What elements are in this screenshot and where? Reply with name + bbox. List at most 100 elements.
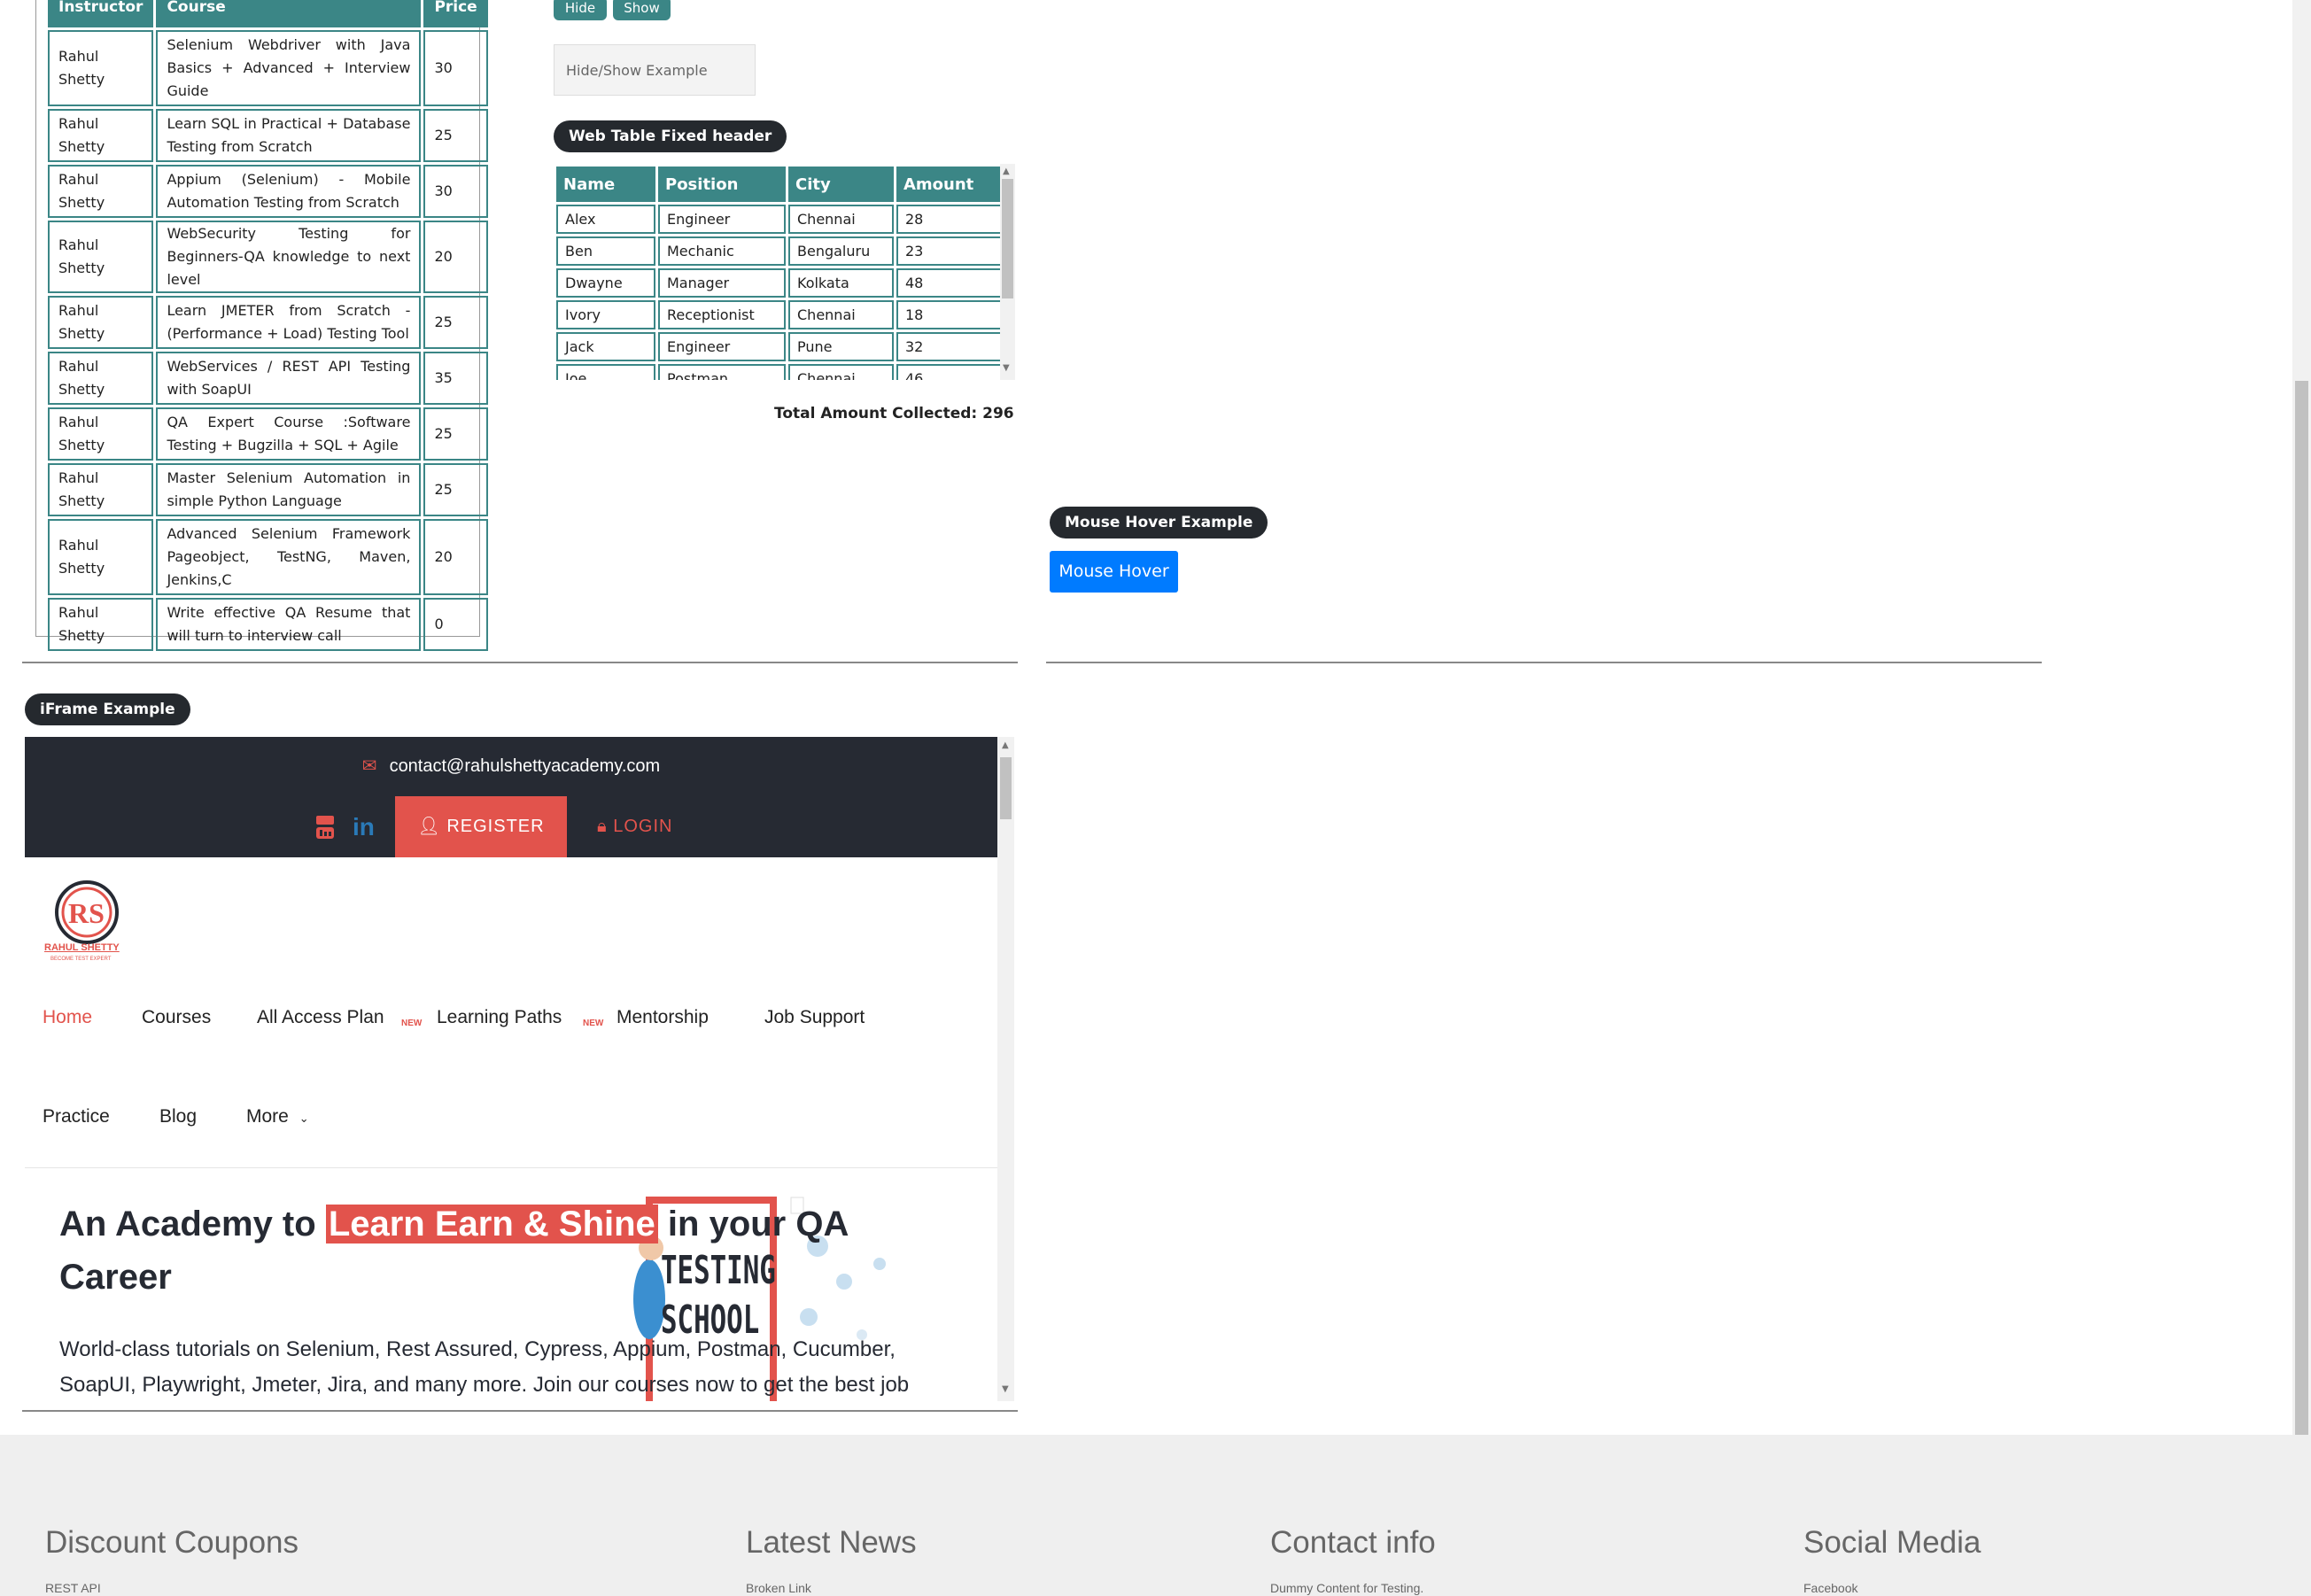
position-cell: Engineer <box>658 332 786 361</box>
table-row: Rahul Shetty Learn JMETER from Scratch -… <box>48 296 488 349</box>
name-cell: Dwayne <box>556 268 655 298</box>
hero-title: An Academy to Learn Earn & Shine in your… <box>59 1197 945 1304</box>
price-cell: 30 <box>423 165 488 218</box>
fixed-table-header-row: Name Position City Amount <box>556 167 1010 202</box>
footer-discount-link[interactable]: REST API <box>45 1581 101 1595</box>
price-cell: 25 <box>423 407 488 461</box>
course-cell: Write effective QA Resume that will turn… <box>156 598 422 651</box>
price-cell: 35 <box>423 352 488 405</box>
position-cell: Postman <box>658 364 786 380</box>
course-cell: Appium (Selenium) - Mobile Automation Te… <box>156 165 422 218</box>
nav-more[interactable]: More ⌄ <box>246 1106 309 1127</box>
fixed-table-scroll-thumb[interactable] <box>1002 179 1013 298</box>
nav-courses[interactable]: Courses <box>142 1007 211 1028</box>
header-price: Price <box>423 0 488 27</box>
price-cell: 30 <box>423 30 488 106</box>
position-cell: Engineer <box>658 205 786 234</box>
footer-news-link[interactable]: Broken Link <box>746 1581 811 1595</box>
mouse-hover-title: Mouse Hover Example <box>1050 507 1268 538</box>
iframe-scrollbar[interactable] <box>997 737 1014 1401</box>
nav-home[interactable]: Home <box>43 1007 92 1028</box>
amount-cell: 23 <box>896 236 1010 266</box>
nav-blog[interactable]: Blog <box>159 1106 197 1127</box>
header-instructor: Instructor <box>48 0 154 27</box>
linkedin-icon[interactable]: in <box>353 813 375 841</box>
table-row: Alex Engineer Chennai 28 <box>556 205 1010 234</box>
instructor-cell: Rahul Shetty <box>48 519 154 595</box>
footer <box>0 1435 2311 1596</box>
name-cell: Joe <box>556 364 655 380</box>
scroll-down-arrow-icon[interactable]: ▼ <box>1002 1384 1009 1394</box>
header-position: Position <box>658 167 786 202</box>
login-label: LOGIN <box>613 817 673 836</box>
login-button[interactable]: 🔒︎ LOGIN <box>597 796 672 857</box>
nav-practice[interactable]: Practice <box>43 1106 110 1127</box>
course-cell: Advanced Selenium Framework Pageobject, … <box>156 519 422 595</box>
table-row: Rahul Shetty Master Selenium Automation … <box>48 463 488 516</box>
iframe-scroll-thumb[interactable] <box>1000 757 1012 819</box>
table-row: Rahul Shetty WebSecurity Testing for Beg… <box>48 221 488 293</box>
course-cell: WebSecurity Testing for Beginners-QA kno… <box>156 221 422 293</box>
instructor-cell: Rahul Shetty <box>48 30 154 106</box>
position-cell: Mechanic <box>658 236 786 266</box>
city-cell: Bengaluru <box>788 236 894 266</box>
fixed-header-table-container[interactable]: Name Position City Amount Alex Engineer … <box>554 164 1016 380</box>
nav-all-access-plan[interactable]: All Access Plan <box>257 1007 384 1028</box>
envelope-icon: ✉ <box>361 756 377 776</box>
hide-show-input[interactable]: Hide/Show Example <box>554 44 756 96</box>
new-badge: NEW <box>401 1019 423 1028</box>
instructor-cell: Rahul Shetty <box>48 165 154 218</box>
instructor-cell: Rahul Shetty <box>48 296 154 349</box>
rahul-shetty-logo[interactable]: RS RAHUL SHETTY BECOME TEST EXPERT <box>43 879 140 967</box>
scroll-up-arrow-icon[interactable]: ▲ <box>1003 167 1010 176</box>
hero-description: World-class tutorials on Selenium, Rest … <box>59 1337 910 1397</box>
course-cell: Learn SQL in Practical + Database Testin… <box>156 109 422 162</box>
footer-social-title: Social Media <box>1803 1525 1981 1560</box>
course-table-header-row: Instructor Course Price <box>48 0 488 27</box>
city-cell: Chennai <box>788 364 894 380</box>
scroll-down-arrow-icon[interactable]: ▼ <box>1003 363 1010 373</box>
footer-contact-title: Contact info <box>1270 1525 1436 1560</box>
position-cell: Receptionist <box>658 300 786 329</box>
footer-social-link[interactable]: Facebook <box>1803 1581 1857 1595</box>
table-row: Jack Engineer Pune 32 <box>556 332 1010 361</box>
course-cell: Selenium Webdriver with Java Basics + Ad… <box>156 30 422 106</box>
nav-mentorship[interactable]: Mentorship <box>617 1007 709 1028</box>
table-row: Rahul Shetty QA Expert Course :Software … <box>48 407 488 461</box>
price-cell: 20 <box>423 221 488 293</box>
nav-learning-paths[interactable]: Learning Paths <box>437 1007 562 1028</box>
section-divider <box>1046 662 2042 663</box>
price-cell: 0 <box>423 598 488 651</box>
city-cell: Pune <box>788 332 894 361</box>
scroll-up-arrow-icon[interactable]: ▲ <box>1002 740 1009 750</box>
hero-title-pre: An Academy to <box>59 1205 326 1243</box>
price-cell: 25 <box>423 109 488 162</box>
show-button[interactable]: Show <box>613 0 671 20</box>
section-divider <box>22 662 1018 663</box>
contact-email[interactable]: contact@rahulshettyacademy.com <box>390 756 661 776</box>
mouse-hover-button[interactable]: Mouse Hover <box>1050 551 1178 593</box>
fixed-header-title: Web Table Fixed header <box>554 120 787 152</box>
table-row: Rahul Shetty Write effective QA Resume t… <box>48 598 488 651</box>
iframe-title: iFrame Example <box>25 693 190 725</box>
price-cell: 25 <box>423 463 488 516</box>
footer-news-title: Latest News <box>746 1525 917 1560</box>
new-badge: NEW <box>583 1019 604 1028</box>
table-row: Ivory Receptionist Chennai 18 <box>556 300 1010 329</box>
youtube-icon[interactable] <box>315 814 335 841</box>
footer-contact-link[interactable]: Dummy Content for Testing. <box>1270 1581 1423 1595</box>
contact-line: ✉ contact@rahulshettyacademy.com <box>25 755 997 777</box>
name-cell: Alex <box>556 205 655 234</box>
register-button[interactable]: 👤︎ REGISTER <box>395 796 567 857</box>
instructor-cell: Rahul Shetty <box>48 463 154 516</box>
hide-button[interactable]: Hide <box>554 0 607 20</box>
total-amount-text: Total Amount Collected: 296 <box>774 405 1014 422</box>
svg-text:RS: RS <box>68 897 105 929</box>
nav-job-support[interactable]: Job Support <box>764 1007 865 1028</box>
page-scroll-thumb[interactable] <box>2295 381 2308 1435</box>
name-cell: Jack <box>556 332 655 361</box>
logo-text: RAHUL SHETTY <box>44 942 120 953</box>
courses-iframe[interactable]: ✉ contact@rahulshettyacademy.com in 👤︎ RE… <box>25 737 997 1401</box>
amount-cell: 18 <box>896 300 1010 329</box>
fixed-header-table: Name Position City Amount Alex Engineer … <box>554 164 1012 380</box>
